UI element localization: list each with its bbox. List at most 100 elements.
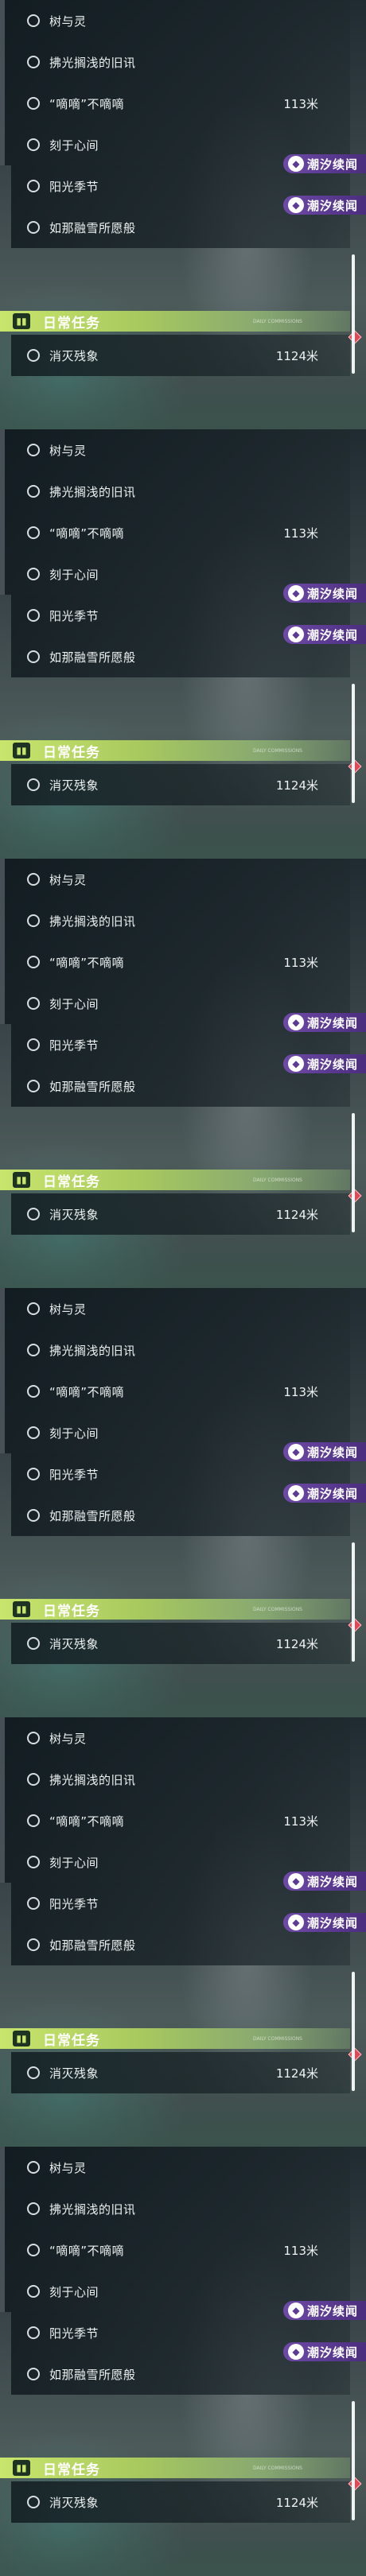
- daily-tasks-title: 日常任务: [43, 744, 100, 761]
- quest-item[interactable]: 树与灵: [0, 1717, 350, 1759]
- tide-tale-badge: ◆ 潮汐续闻: [283, 1913, 366, 1932]
- quest-item[interactable]: 树与灵: [0, 2147, 350, 2188]
- quest-item[interactable]: 树与灵: [0, 0, 350, 41]
- quest-panel: 树与灵 拂光搁浅的旧讯 “嘀嘀”不嘀嘀 113米 刻于心间 阳光季节 ◆ 潮汐续闻 如那融雪所愿…: [0, 1288, 366, 1717]
- badge-label: 潮汐续闻: [307, 2345, 359, 2360]
- book-icon: ▮▮: [13, 1172, 30, 1188]
- quest-title: 如那融雪所愿般: [49, 220, 136, 235]
- seal-icon: ◆: [288, 2302, 304, 2318]
- quest-status-circle-icon: [27, 444, 40, 456]
- red-marker-icon: [348, 2047, 362, 2062]
- book-icon: ▮▮: [13, 1601, 30, 1617]
- seal-icon: ◆: [288, 197, 304, 213]
- row-accent: [0, 2188, 5, 2229]
- quest-item[interactable]: 树与灵: [0, 1288, 350, 1329]
- tide-tale-badge: ◆ 潮汐续闻: [283, 1442, 366, 1461]
- tide-tale-badge: ◆ 潮汐续闻: [283, 2342, 366, 2361]
- quest-item[interactable]: 拂光搁浅的旧讯: [0, 41, 350, 83]
- quest-distance: 1124米: [275, 1207, 318, 1222]
- quest-title: 如那融雪所愿般: [49, 2367, 136, 2382]
- quest-status-circle-icon: [27, 609, 40, 622]
- quest-title: 拂光搁浅的旧讯: [49, 914, 136, 929]
- quest-item[interactable]: “嘀嘀”不嘀嘀 113米: [0, 83, 350, 124]
- red-marker-icon: [348, 1618, 362, 1632]
- quest-status-circle-icon: [27, 568, 40, 580]
- row-accent: [0, 429, 5, 471]
- quest-status-circle-icon: [27, 2066, 40, 2079]
- quest-title: “嘀嘀”不嘀嘀: [49, 2243, 125, 2258]
- daily-tasks-header[interactable]: ▮▮ 日常任务 DAILY COMMISSIONS: [0, 1170, 350, 1190]
- scrollbar[interactable]: [352, 1542, 355, 1662]
- daily-quest-item[interactable]: 消灭残象 1124米: [11, 1193, 350, 1235]
- quest-status-circle-icon: [27, 138, 40, 151]
- quest-status-circle-icon: [27, 1856, 40, 1868]
- quest-title: 拂光搁浅的旧讯: [49, 484, 136, 499]
- quest-title: 拂光搁浅的旧讯: [49, 55, 136, 70]
- scrollbar[interactable]: [352, 2401, 355, 2520]
- scrollbar[interactable]: [352, 684, 355, 803]
- quest-item[interactable]: 拂光搁浅的旧讯: [0, 2188, 350, 2229]
- quest-status-circle-icon: [27, 1637, 40, 1650]
- quest-status-circle-icon: [27, 2326, 40, 2339]
- row-accent: [0, 1371, 5, 1412]
- quest-item[interactable]: 树与灵: [0, 859, 350, 900]
- quest-status-circle-icon: [27, 778, 40, 791]
- seal-icon: ◆: [288, 2344, 304, 2360]
- seal-icon: ◆: [288, 156, 304, 172]
- badge-label: 潮汐续闻: [307, 198, 359, 213]
- daily-tasks-header[interactable]: ▮▮ 日常任务 DAILY COMMISSIONS: [0, 311, 350, 332]
- daily-quest-item[interactable]: 消灭残象 1124米: [11, 2052, 350, 2093]
- quest-item[interactable]: “嘀嘀”不嘀嘀 113米: [0, 512, 350, 553]
- quest-distance: 1124米: [275, 348, 318, 363]
- seal-icon: ◆: [288, 1485, 304, 1501]
- row-accent: [0, 553, 5, 595]
- quest-title: 拂光搁浅的旧讯: [49, 2202, 136, 2217]
- row-accent: [0, 900, 5, 941]
- quest-title: “嘀嘀”不嘀嘀: [49, 96, 125, 111]
- quest-title: 如那融雪所愿般: [49, 1079, 136, 1094]
- quest-status-circle-icon: [27, 1509, 40, 1522]
- quest-item[interactable]: “嘀嘀”不嘀嘀 113米: [0, 1800, 350, 1841]
- quest-status-circle-icon: [27, 1814, 40, 1827]
- daily-quest-item[interactable]: 消灭残象 1124米: [11, 2481, 350, 2523]
- quest-title: “嘀嘀”不嘀嘀: [49, 955, 125, 970]
- daily-quest-item[interactable]: 消灭残象 1124米: [11, 764, 350, 805]
- badge-label: 潮汐续闻: [307, 2303, 359, 2318]
- daily-tasks-subtitle: DAILY COMMISSIONS: [253, 2465, 302, 2471]
- daily-tasks-header[interactable]: ▮▮ 日常任务 DAILY COMMISSIONS: [0, 2028, 350, 2049]
- quest-status-circle-icon: [27, 650, 40, 663]
- quest-item[interactable]: 拂光搁浅的旧讯: [0, 1759, 350, 1800]
- quest-distance: 1124米: [275, 2066, 318, 2081]
- scrollbar[interactable]: [352, 254, 355, 374]
- daily-quest-item[interactable]: 消灭残象 1124米: [11, 335, 350, 376]
- quest-item[interactable]: 树与灵: [0, 429, 350, 471]
- quest-distance: 1124米: [275, 778, 318, 793]
- quest-item[interactable]: “嘀嘀”不嘀嘀 113米: [0, 2229, 350, 2271]
- daily-tasks-header[interactable]: ▮▮ 日常任务 DAILY COMMISSIONS: [0, 2458, 350, 2478]
- quest-item[interactable]: 拂光搁浅的旧讯: [0, 900, 350, 941]
- quest-status-circle-icon: [27, 2244, 40, 2256]
- row-accent: [0, 941, 5, 983]
- quest-status-circle-icon: [27, 485, 40, 498]
- quest-title: 树与灵: [49, 443, 87, 458]
- row-accent: [0, 2271, 5, 2312]
- scrollbar[interactable]: [352, 1972, 355, 2091]
- quest-title: 消灭残象: [49, 2066, 99, 2081]
- quest-status-circle-icon: [27, 2368, 40, 2380]
- quest-distance: 113米: [283, 1814, 318, 1829]
- tide-tale-badge: ◆ 潮汐续闻: [283, 154, 366, 173]
- red-marker-icon: [348, 759, 362, 774]
- scrollbar[interactable]: [352, 1113, 355, 1232]
- quest-distance: 113米: [283, 96, 318, 111]
- quest-item[interactable]: “嘀嘀”不嘀嘀 113米: [0, 1371, 350, 1412]
- quest-item[interactable]: “嘀嘀”不嘀嘀 113米: [0, 941, 350, 983]
- daily-quest-item[interactable]: 消灭残象 1124米: [11, 1623, 350, 1664]
- quest-title: 阳光季节: [49, 608, 99, 623]
- daily-tasks-header[interactable]: ▮▮ 日常任务 DAILY COMMISSIONS: [0, 740, 350, 761]
- quest-item[interactable]: 拂光搁浅的旧讯: [0, 471, 350, 512]
- quest-item[interactable]: 拂光搁浅的旧讯: [0, 1329, 350, 1371]
- quest-status-circle-icon: [27, 1897, 40, 1910]
- row-accent: [0, 1759, 5, 1800]
- daily-tasks-header[interactable]: ▮▮ 日常任务 DAILY COMMISSIONS: [0, 1599, 350, 1620]
- daily-tasks-title: 日常任务: [43, 2462, 100, 2478]
